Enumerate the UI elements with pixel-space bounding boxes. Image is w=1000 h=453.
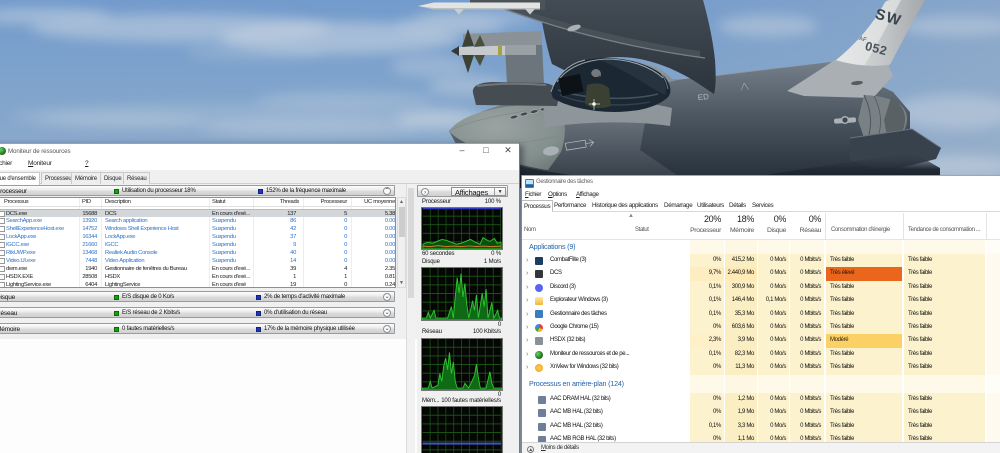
svg-text:ED: ED — [697, 92, 709, 102]
